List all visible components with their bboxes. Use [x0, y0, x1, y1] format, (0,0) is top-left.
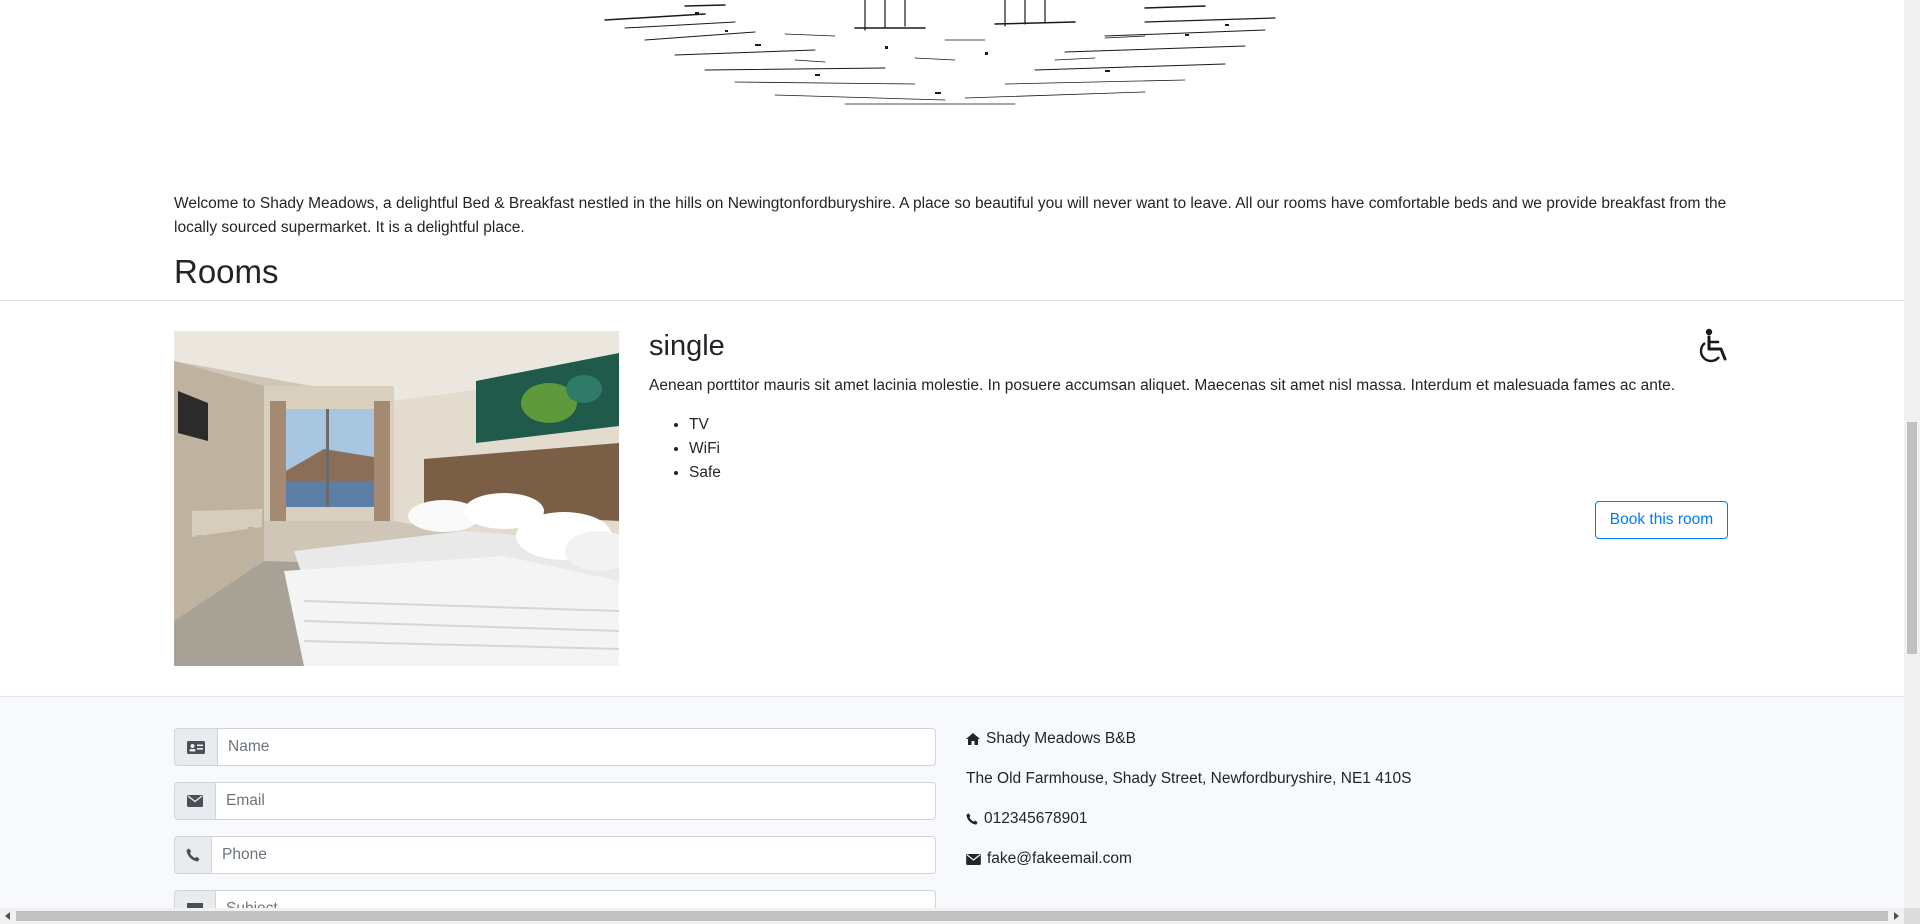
business-address: The Old Farmhouse, Shady Street, Newford… [966, 770, 1412, 787]
envelope-icon [174, 782, 215, 820]
contact-phone-row: 012345678901 [966, 810, 1087, 828]
comment-icon [174, 890, 215, 908]
scroll-left-arrow-icon[interactable] [0, 908, 16, 924]
room-title: single [649, 330, 725, 362]
welcome-text: Welcome to Shady Meadows, a delightful B… [174, 195, 1727, 236]
rooms-heading: Rooms [174, 253, 279, 290]
email-input-group [174, 782, 936, 820]
room-features-list: TV WiFi Safe [649, 413, 721, 485]
business-name: Shady Meadows B&B [986, 730, 1136, 747]
wheelchair-icon [1699, 328, 1727, 363]
phone-icon [174, 836, 211, 874]
subject-input[interactable] [215, 890, 936, 908]
vertical-scrollbar[interactable] [1904, 0, 1920, 908]
room-image [174, 331, 619, 666]
rooms-divider [0, 300, 1904, 301]
id-card-icon [174, 728, 217, 766]
phone-input[interactable] [211, 836, 936, 874]
contact-address-row: The Old Farmhouse, Shady Street, Newford… [966, 770, 1411, 788]
business-email: fake@fakeemail.com [987, 850, 1132, 867]
envelope-icon [966, 853, 981, 865]
room-description: Aenean porttitor mauris sit amet lacinia… [649, 377, 1676, 394]
email-input[interactable] [215, 782, 936, 820]
name-input[interactable] [217, 728, 936, 766]
feature-item: WiFi [689, 437, 721, 461]
phone-icon [966, 813, 978, 825]
scrollbar-corner [1904, 908, 1920, 924]
home-icon [966, 733, 980, 745]
contact-name-row: Shady Meadows B&B [966, 730, 1136, 748]
name-input-group [174, 728, 936, 766]
contact-section: Shady Meadows B&B The Old Farmhouse, Sha… [0, 696, 1904, 908]
scroll-right-arrow-icon[interactable] [1888, 908, 1904, 924]
feature-item: Safe [689, 461, 721, 485]
subject-input-group [174, 890, 936, 908]
feature-item: TV [689, 413, 721, 437]
hero-sketch-image [604, 0, 1276, 105]
phone-input-group [174, 836, 936, 874]
vertical-scrollbar-thumb[interactable] [1907, 422, 1917, 654]
book-room-button[interactable]: Book this room [1595, 501, 1728, 539]
contact-email-row: fake@fakeemail.com [966, 850, 1132, 868]
horizontal-scrollbar-thumb[interactable] [16, 911, 1888, 921]
page: Welcome to Shady Meadows, a delightful B… [0, 0, 1904, 908]
business-phone: 012345678901 [984, 810, 1088, 827]
horizontal-scrollbar[interactable] [0, 908, 1904, 924]
